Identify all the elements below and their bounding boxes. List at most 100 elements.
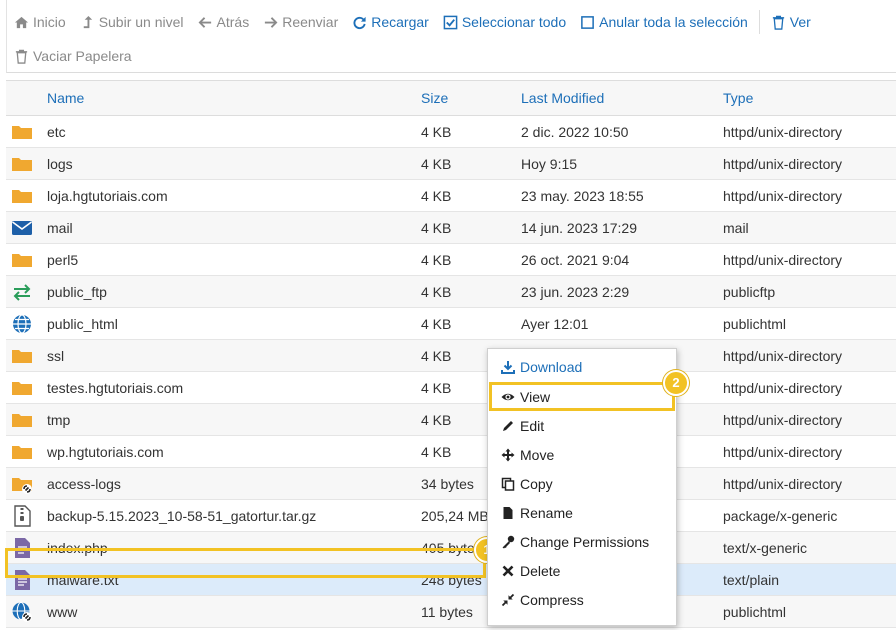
arrow-left-icon (198, 16, 211, 28)
file-name[interactable]: logs (47, 156, 73, 172)
file-name[interactable]: public_html (47, 316, 118, 332)
table-row[interactable]: public_html 4 KB Ayer 12:01 publichtml (6, 308, 896, 340)
table-row[interactable]: wp.hgtutoriais.com 4 KB httpd/unix-directo… (6, 436, 896, 468)
table-row[interactable]: mail 4 KB 14 jun. 2023 17:29 mail (6, 212, 896, 244)
file-type: mail (723, 220, 749, 236)
forward-button[interactable]: Reenviar (256, 14, 345, 30)
file-type: httpd/unix-directory (723, 444, 843, 460)
menu-item-compress[interactable]: Compress (488, 586, 676, 614)
transfer-arrows-icon (13, 284, 31, 301)
copy-icon (501, 477, 515, 491)
column-header-type[interactable]: Type (723, 90, 753, 106)
menu-item-download[interactable]: Download (488, 353, 676, 381)
file-modified: Hoy 9:15 (521, 156, 578, 172)
empty-trash-button[interactable]: Vaciar Papelera (7, 48, 139, 64)
table-row[interactable]: ssl4 KB18 jul. 2023 2:29httpd/unix-direc… (6, 340, 896, 372)
text-file-icon (15, 538, 30, 558)
table-row[interactable]: loja.hgtutoriais.com 4 KB 23 may. 2023 18:… (6, 180, 896, 212)
file-name[interactable]: etc (47, 124, 66, 140)
deselect-all-label: Anular toda la selección (599, 14, 748, 30)
file-type: httpd/unix-directory (723, 188, 843, 204)
file-name[interactable]: access-logs (47, 476, 121, 492)
file-size: 205,24 MB (421, 508, 489, 524)
back-button[interactable]: Atrás (191, 14, 257, 30)
table-row[interactable]: tmp 4 KB httpd/unix-directory (6, 404, 896, 436)
trash-icon (15, 49, 28, 64)
menu-item-change-permissions[interactable]: Change Permissions (488, 528, 676, 556)
step-badge-2: 2 (663, 370, 689, 396)
table-row[interactable]: index.php 405 bytes text/x-generic (6, 532, 896, 564)
move-arrows-icon (501, 448, 515, 462)
table-row[interactable]: www 11 bytes publichtml (6, 596, 896, 628)
home-label: Inicio (33, 14, 66, 30)
file-size: 4 KB (421, 444, 452, 460)
menu-item-delete[interactable]: Delete (488, 557, 676, 585)
file-name[interactable]: mail (47, 220, 73, 236)
menu-item-move[interactable]: Move (488, 441, 676, 469)
file-name[interactable]: perl5 (47, 252, 78, 268)
select-all-button[interactable]: Seleccionar todo (436, 14, 573, 30)
file-type: publichtml (723, 604, 787, 620)
menu-download-label: Download (520, 359, 583, 375)
file-type: publicftp (723, 284, 776, 300)
file-name[interactable]: malware.txt (47, 572, 119, 588)
up-level-button[interactable]: Subir un nivel (73, 14, 191, 30)
view-trash-button[interactable]: Ver (764, 14, 818, 30)
file-name[interactable]: loja.hgtutoriais.com (47, 188, 168, 204)
text-file-icon (15, 570, 30, 590)
reload-button[interactable]: Recargar (345, 14, 436, 30)
folder-icon (12, 158, 32, 171)
file-type: httpd/unix-directory (723, 156, 843, 172)
table-row[interactable]: logs 4 KB Hoy 9:15 httpd/unix-directory (6, 148, 896, 180)
folder-link-icon (12, 478, 32, 494)
column-header-name[interactable]: Name (47, 90, 84, 106)
column-header-modified[interactable]: Last Modified (521, 90, 604, 106)
compress-icon (501, 593, 515, 607)
table-row[interactable]: access-logs 34 bytes httpd/unix-directory (6, 468, 896, 500)
file-name[interactable]: wp.hgtutoriais.com (47, 444, 164, 460)
table-row[interactable]: etc 4 KB 2 dic. 2022 10:50 httpd/unix-direc… (6, 116, 896, 148)
toolbar-row-1: Inicio Subir un nivel Atrás Reenviar Rec… (7, 7, 818, 37)
menu-item-edit[interactable]: Edit (488, 412, 676, 440)
file-modified: 23 may. 2023 18:55 (521, 188, 644, 204)
toolbar-row-2: Vaciar Papelera (7, 41, 139, 71)
file-size: 248 bytes (421, 572, 482, 588)
toolbar-divider (758, 10, 760, 34)
file-name[interactable]: testes.hgtutoriais.com (47, 380, 183, 396)
menu-item-view[interactable]: View (488, 383, 676, 411)
file-name[interactable]: backup-5.15.2023_10-58-51_gatortur.tar.g… (47, 508, 316, 524)
trash-icon (772, 15, 784, 30)
menu-item-rename[interactable]: Rename (488, 499, 676, 527)
table-header: Name Size Last Modified Type (6, 80, 896, 116)
menu-item-copy[interactable]: Copy (488, 470, 676, 498)
close-x-icon (502, 565, 514, 577)
checkbox-empty-icon (581, 15, 594, 29)
level-up-icon (83, 15, 92, 28)
file-size: 4 KB (421, 316, 452, 332)
file-modified: 23 jun. 2023 2:29 (521, 284, 630, 300)
table-body: etc 4 KB 2 dic. 2022 10:50 httpd/unix-direc… (6, 116, 896, 628)
table-row[interactable]: testes.hgtutoriais.com 4 KB httpd/unix-dir… (6, 372, 896, 404)
empty-trash-label: Vaciar Papelera (33, 48, 132, 64)
menu-copy-label: Copy (520, 476, 553, 492)
back-label: Atrás (216, 14, 250, 30)
column-header-size[interactable]: Size (421, 90, 448, 106)
file-size: 34 bytes (421, 476, 474, 492)
file-name[interactable]: www (47, 604, 77, 620)
home-button[interactable]: Inicio (7, 14, 73, 30)
folder-icon (12, 350, 32, 363)
file-name[interactable]: public_ftp (47, 284, 107, 300)
download-icon (501, 361, 515, 374)
deselect-all-button[interactable]: Anular toda la selección (573, 14, 755, 30)
table-row[interactable]: backup-5.15.2023_10-58-51_gatortur.tar.g… (6, 500, 896, 532)
file-name[interactable]: index.php (47, 540, 108, 556)
file-modified: Ayer 12:01 (521, 316, 589, 332)
table-row[interactable]: perl5 4 KB 26 oct. 2021 9:04 httpd/unix-dir… (6, 244, 896, 276)
file-name[interactable]: tmp (47, 412, 70, 428)
menu-edit-label: Edit (520, 418, 545, 434)
file-type: httpd/unix-directory (723, 412, 843, 428)
file-name[interactable]: ssl (47, 348, 64, 364)
table-row[interactable]: public_ftp 4 KB 23 jun. 2023 2:29 publicftp (6, 276, 896, 308)
table-row[interactable]: malware.txt 248 bytes text/plain (6, 564, 896, 596)
file-size: 4 KB (421, 156, 452, 172)
